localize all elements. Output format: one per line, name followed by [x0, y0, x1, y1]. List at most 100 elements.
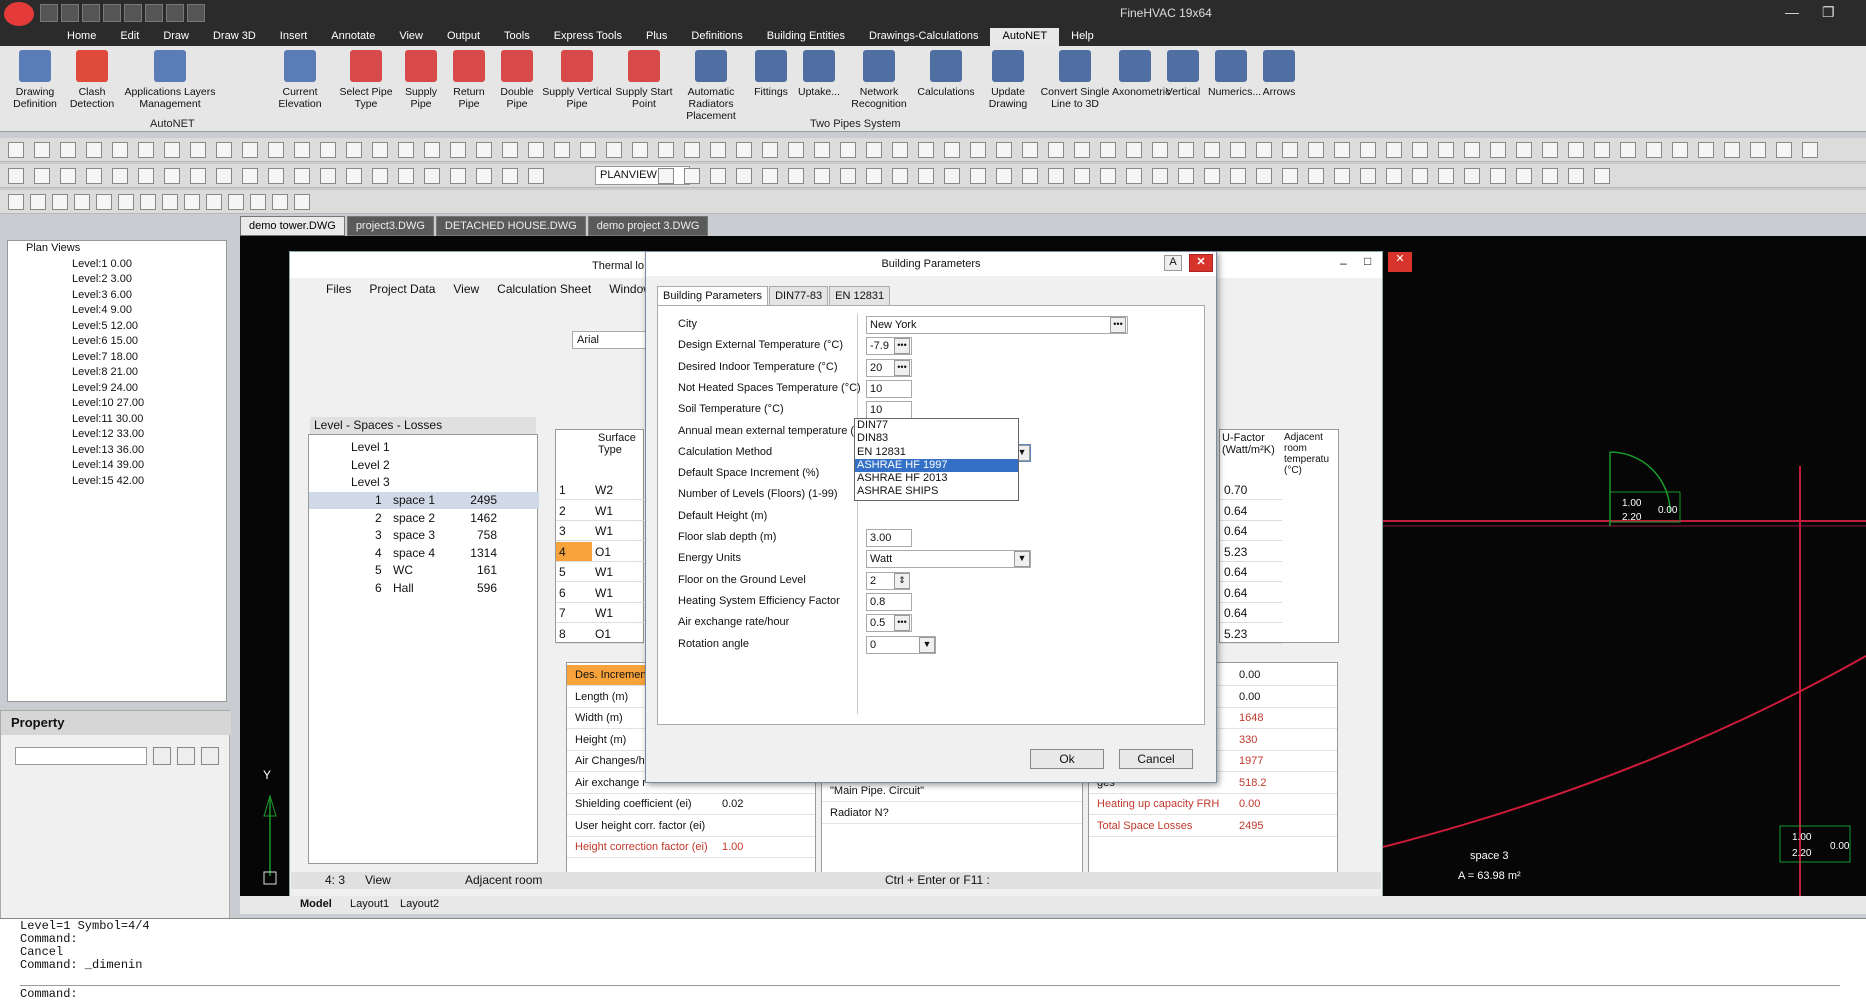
toolbar-icon[interactable] — [294, 142, 310, 158]
space-node[interactable]: 4 space 4 1314 — [309, 545, 539, 562]
toolbar-icon[interactable] — [1048, 142, 1064, 158]
dropdown-option[interactable]: DIN77 — [855, 419, 1018, 432]
menu-autonet[interactable]: AutoNET — [990, 28, 1060, 46]
toolbar-icon[interactable] — [74, 194, 90, 210]
undo-icon[interactable] — [124, 4, 142, 22]
model-tab[interactable]: Layout1 — [350, 898, 389, 910]
space-node[interactable]: 3 space 3 758 — [309, 527, 539, 544]
space-node[interactable]: 1 space 1 2495 — [309, 492, 539, 509]
toolbar-icon[interactable] — [346, 168, 362, 184]
toolbar-icon[interactable] — [684, 142, 700, 158]
toolbar-icon[interactable] — [866, 142, 882, 158]
menu-help[interactable]: Help — [1059, 28, 1106, 46]
toolbar-icon[interactable] — [1464, 142, 1480, 158]
doc-tab[interactable]: project3.DWG — [346, 216, 434, 236]
toolbar-icon[interactable] — [684, 168, 700, 184]
tree-level-item[interactable]: Level:15 42.00 — [8, 474, 226, 490]
ribbon-btn-1[interactable]: Clash Detection — [62, 50, 122, 110]
param-field[interactable]: 10 — [866, 379, 912, 398]
toolbar-icon[interactable] — [96, 194, 112, 210]
tree-level-item[interactable]: Level:4 9.00 — [8, 303, 226, 319]
thermal-menu-item[interactable]: Files — [326, 282, 351, 296]
toolbar-icon[interactable] — [1542, 142, 1558, 158]
level-node[interactable]: Level 1 — [309, 439, 539, 456]
view-combo[interactable]: PLANVIEW — [595, 166, 690, 185]
thermal-close-icon[interactable]: ✕ — [1388, 252, 1412, 272]
toolbar-icon[interactable] — [1152, 168, 1168, 184]
toolbar-icon[interactable] — [1386, 142, 1402, 158]
toolbar-icon[interactable] — [762, 142, 778, 158]
ribbon-tool-3[interactable]: Double Pipe — [494, 50, 540, 110]
toolbar-icon[interactable] — [736, 168, 752, 184]
toolbar-icon[interactable] — [190, 168, 206, 184]
grid-row-num[interactable]: 1 — [556, 480, 592, 500]
toolbar-icon[interactable] — [528, 168, 544, 184]
calculation-method-dropdown[interactable]: DIN77 DIN83 EN 12831 ASHRAE HF 1997 ASHRAE H… — [854, 418, 1019, 501]
tree-level-item[interactable]: Level:5 12.00 — [8, 319, 226, 335]
toolbar-icon[interactable] — [118, 194, 134, 210]
menu-plus[interactable]: Plus — [634, 28, 679, 46]
grid-row-num[interactable]: 5 — [556, 562, 592, 582]
u-factor-cell[interactable]: 0.64 — [1220, 562, 1282, 582]
menu-view[interactable]: View — [387, 28, 435, 46]
toolbar-icon[interactable] — [1698, 142, 1714, 158]
toolbar-icon[interactable] — [736, 142, 752, 158]
doc-tab[interactable]: DETACHED HOUSE.DWG — [435, 216, 586, 236]
toolbar-icon[interactable] — [788, 168, 804, 184]
menu-output[interactable]: Output — [435, 28, 492, 46]
tree-level-item[interactable]: Level:9 24.00 — [8, 381, 226, 397]
dialog-tab[interactable]: Building Parameters — [657, 286, 769, 305]
space-node[interactable]: 5 WC 161 — [309, 562, 539, 579]
thermal-menu-item[interactable]: Calculation Sheet — [497, 282, 591, 296]
grid-row[interactable]: Radiator N? — [822, 803, 1082, 824]
menu-draw[interactable]: Draw — [151, 28, 201, 46]
toolbar-icon[interactable] — [1490, 168, 1506, 184]
grid-row-num[interactable]: 6 — [556, 583, 592, 603]
menu-edit[interactable]: Edit — [108, 28, 151, 46]
grid-row[interactable]: Height correction factor (ei) 1.00 — [567, 837, 815, 858]
menu-draw-3d[interactable]: Draw 3D — [201, 28, 268, 46]
toolbar-icon[interactable] — [502, 142, 518, 158]
grid-surface-type[interactable]: W1 — [592, 501, 644, 521]
toolbar-icon[interactable] — [1178, 168, 1194, 184]
grid-row[interactable]: "Main Pipe. Circuit" — [822, 781, 1082, 802]
spin-icon[interactable]: ⇕ — [894, 572, 910, 589]
ribbon-tool-8[interactable]: Uptake... — [796, 50, 842, 98]
u-factor-cell[interactable]: 0.64 — [1220, 501, 1282, 521]
level-node[interactable]: Level 3 — [309, 474, 539, 491]
toolbar-icon[interactable] — [424, 142, 440, 158]
toolbar-icon[interactable] — [112, 168, 128, 184]
toolbar-icon[interactable] — [242, 168, 258, 184]
dialog-close-button[interactable]: ✕ — [1189, 254, 1213, 272]
toolbar-icon[interactable] — [788, 142, 804, 158]
toolbar-icon[interactable] — [1126, 142, 1142, 158]
toolbar-icon[interactable] — [1230, 142, 1246, 158]
toolbar-icon[interactable] — [86, 168, 102, 184]
toolbar-icon[interactable] — [1126, 168, 1142, 184]
toolbar-icon[interactable] — [320, 142, 336, 158]
toolbar-icon[interactable] — [632, 142, 648, 158]
app-logo-icon[interactable] — [4, 2, 34, 26]
param-field[interactable]: 3.00 — [866, 529, 912, 547]
ribbon-btn-2[interactable]: Applications Layers Management — [120, 50, 220, 110]
toolbar-icon[interactable] — [162, 194, 178, 210]
grid-row-num[interactable]: 3 — [556, 521, 592, 541]
u-factor-cell[interactable]: 0.64 — [1220, 583, 1282, 603]
grid-row[interactable]: Heating up capacity FRH 0.00 — [1089, 794, 1337, 815]
doc-tab[interactable]: demo tower.DWG — [240, 216, 345, 236]
new-icon[interactable] — [40, 4, 58, 22]
grid-surface-type[interactable]: W1 — [592, 562, 644, 582]
dropdown-option[interactable]: DIN83 — [855, 432, 1018, 445]
ribbon-tool-0[interactable]: Select Pipe Type — [336, 50, 396, 110]
toolbar-icon[interactable] — [1568, 168, 1584, 184]
ribbon-tool-9[interactable]: Network Recognition — [844, 50, 914, 110]
toolbar-icon[interactable] — [658, 168, 674, 184]
toolbar-icon[interactable] — [30, 194, 46, 210]
grid-surface-type[interactable]: W1 — [592, 583, 644, 603]
menu-annotate[interactable]: Annotate — [319, 28, 387, 46]
font-a-icon[interactable]: A — [1164, 255, 1182, 271]
menu-tools[interactable]: Tools — [492, 28, 542, 46]
help-icon[interactable] — [187, 4, 205, 22]
grid-row-num[interactable]: 4 — [556, 541, 592, 562]
ribbon-tool-1[interactable]: Supply Pipe — [398, 50, 444, 110]
